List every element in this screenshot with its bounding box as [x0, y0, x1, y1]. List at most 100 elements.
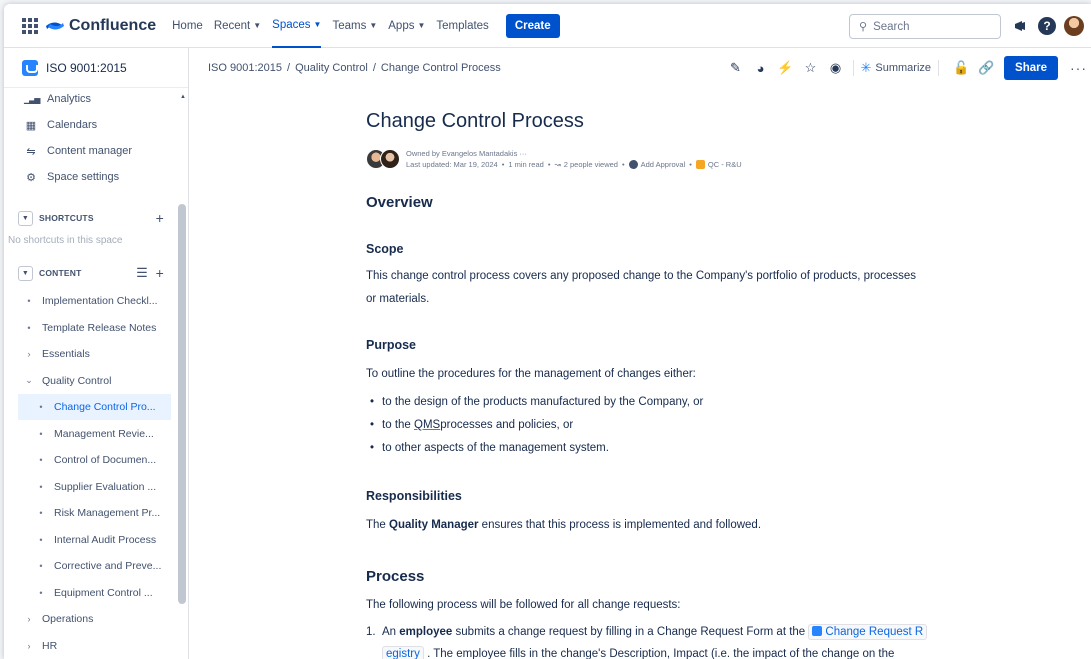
sidebar-tree-item[interactable]: • Internal Audit Process [4, 527, 174, 553]
watch-icon[interactable]: ◉ [826, 58, 846, 78]
space-icon [22, 59, 38, 76]
page-label[interactable]: QC - R&U [708, 159, 742, 170]
sidebar-item-space-settings[interactable]: ⚙ Space settings [4, 164, 174, 190]
meta-separator: • [689, 160, 692, 169]
sidebar-scroll-thumb[interactable] [178, 204, 186, 604]
share-button[interactable]: Share [1004, 56, 1058, 80]
meta-separator: • [621, 160, 625, 169]
tree-item-label: Essentials [42, 348, 90, 360]
sidebar-tree-item[interactable]: ⌄ Quality Control [4, 368, 174, 394]
filter-icon[interactable]: ☰ [136, 265, 148, 281]
nav-teams[interactable]: Teams ▼ [332, 20, 377, 32]
step-pre: An [382, 626, 400, 638]
employee-term: employee [399, 626, 453, 638]
step-number: 1. [366, 626, 376, 638]
sidebar-tree-item[interactable]: • Change Control Pro... [18, 394, 171, 420]
chevron-right-icon[interactable]: › [24, 614, 34, 624]
bullet-icon: • [27, 296, 31, 306]
content-header[interactable]: ▼ CONTENT ☰ + [18, 262, 168, 284]
sidebar-tree-item[interactable]: • Control of Documen... [4, 447, 174, 473]
bullet-icon: • [27, 322, 31, 333]
process-heading: Process [366, 568, 425, 585]
sidebar-item-calendars[interactable]: ▦ Calendars [4, 112, 174, 138]
create-button[interactable]: Create [505, 13, 560, 38]
summarize-button[interactable]: ✳ Summarize [861, 60, 932, 76]
megaphone-icon [1015, 21, 1025, 31]
more-actions-icon[interactable]: ··· [1070, 60, 1087, 76]
avatar[interactable] [380, 149, 400, 169]
viewers-count[interactable]: 2 people viewed [564, 159, 618, 170]
nav-recent[interactable]: Recent ▼ [214, 20, 261, 32]
content-manager-icon: ⇋ [26, 145, 36, 158]
responsibilities-text: The Quality Manager ensures that this pr… [366, 515, 956, 535]
confluence-logo[interactable]: Confluence [46, 17, 156, 35]
chevron-down-icon[interactable]: ▼ [18, 210, 33, 226]
sidebar-tree-item[interactable]: • Template Release Notes [4, 315, 174, 341]
sidebar-tree-item[interactable]: › HR [4, 633, 174, 659]
add-approval-link[interactable]: Add Approval [641, 159, 686, 170]
nav-templates-label: Templates [436, 19, 489, 32]
app-window: Confluence Home Recent ▼ Spaces ▼ Teams ▼ A… [4, 4, 1091, 659]
scope-text-line-1: This change control process covers any p… [366, 270, 917, 282]
help-icon[interactable]: ? [1037, 16, 1057, 36]
sidebar-item-label: Space settings [47, 171, 120, 183]
qms-term[interactable]: QMS [414, 419, 440, 431]
meta-separator: • [547, 160, 551, 169]
chevron-down-icon[interactable]: ▼ [18, 265, 33, 281]
nav-apps[interactable]: Apps ▼ [388, 20, 425, 32]
chevron-down-icon[interactable]: ⌄ [24, 375, 34, 386]
gear-icon: ⚙ [26, 171, 36, 184]
step-post: . The employee fills in the change's Des… [423, 648, 895, 659]
ai-sparkle-icon: ✳ [860, 60, 872, 75]
bullet-icon: • [39, 534, 43, 545]
purpose-heading: Purpose [366, 338, 417, 352]
list-item: to the QMS processes and policies, or [366, 419, 573, 431]
sidebar-tree-item[interactable]: • Implementation Checkl... [4, 288, 174, 314]
step-mid: submits a change request by filling in a… [452, 626, 809, 638]
change-request-registry-link-cont[interactable]: egistry [382, 646, 424, 659]
search-input[interactable]: ⚲ Search [849, 14, 1001, 39]
star-icon[interactable]: ☆ [801, 58, 821, 78]
add-shortcut-icon[interactable]: + [156, 210, 164, 226]
chevron-right-icon[interactable]: › [24, 641, 34, 651]
sidebar-tree-item[interactable]: › Operations [4, 606, 174, 632]
space-header[interactable]: ISO 9001:2015 [4, 48, 188, 88]
confluence-logo-icon [46, 21, 64, 30]
shortcuts-header[interactable]: ▼ SHORTCUTS + [18, 207, 168, 229]
edit-icon[interactable]: ✎ [726, 58, 746, 78]
comment-icon[interactable]: ◕ [751, 58, 771, 78]
nav-home[interactable]: Home [172, 20, 203, 32]
chevron-right-icon[interactable]: › [24, 349, 34, 359]
nav-spaces[interactable]: Spaces ▼ [272, 4, 322, 48]
nav-templates[interactable]: Templates [436, 20, 488, 32]
sidebar-tree-item[interactable]: › Essentials [4, 341, 174, 367]
sidebar-item-content-manager[interactable]: ⇋ Content manager [4, 138, 174, 164]
nav-teams-label: Teams [332, 19, 367, 32]
link-icon[interactable]: 🔗 [976, 58, 996, 78]
process-intro: The following process will be followed f… [366, 599, 681, 611]
breadcrumb-parent[interactable]: Quality Control [295, 62, 368, 74]
add-content-icon[interactable]: + [156, 265, 164, 281]
scope-text-line-2: or materials. [366, 293, 430, 305]
bullet-text-post: processes and policies, or [440, 419, 574, 431]
notifications-icon[interactable] [1010, 16, 1030, 36]
user-avatar[interactable] [1064, 16, 1084, 36]
change-request-registry-link[interactable]: Change Request R [808, 624, 928, 640]
sidebar-tree-item[interactable]: • Equipment Control ... [4, 580, 174, 606]
owner-line[interactable]: Owned by Evangelos Mantadakis ··· [406, 148, 742, 159]
scroll-up-arrow-icon[interactable]: ▲ [180, 94, 186, 100]
automation-icon[interactable]: ⚡ [776, 58, 796, 78]
breadcrumb-current[interactable]: Change Control Process [381, 62, 501, 74]
chevron-down-icon: ▼ [253, 21, 262, 30]
last-updated: Last updated: Mar 19, 2024 [406, 160, 498, 169]
breadcrumb-space[interactable]: ISO 9001:2015 [208, 62, 282, 74]
sidebar-tree-item[interactable]: • Supplier Evaluation ... [4, 474, 174, 500]
app-switcher-icon[interactable] [22, 17, 38, 34]
sidebar-tree-item[interactable]: • Risk Management Pr... [4, 500, 174, 526]
scope-heading: Scope [366, 242, 404, 256]
sidebar-tree-item[interactable]: • Management Revie... [4, 421, 174, 447]
unlock-icon[interactable]: 🔓 [951, 58, 971, 78]
sidebar-tree-item[interactable]: • Corrective and Preve... [4, 553, 174, 579]
sidebar-item-analytics[interactable]: ▁▃▅ Analytics [4, 86, 174, 112]
summarize-label: Summarize [875, 62, 932, 74]
